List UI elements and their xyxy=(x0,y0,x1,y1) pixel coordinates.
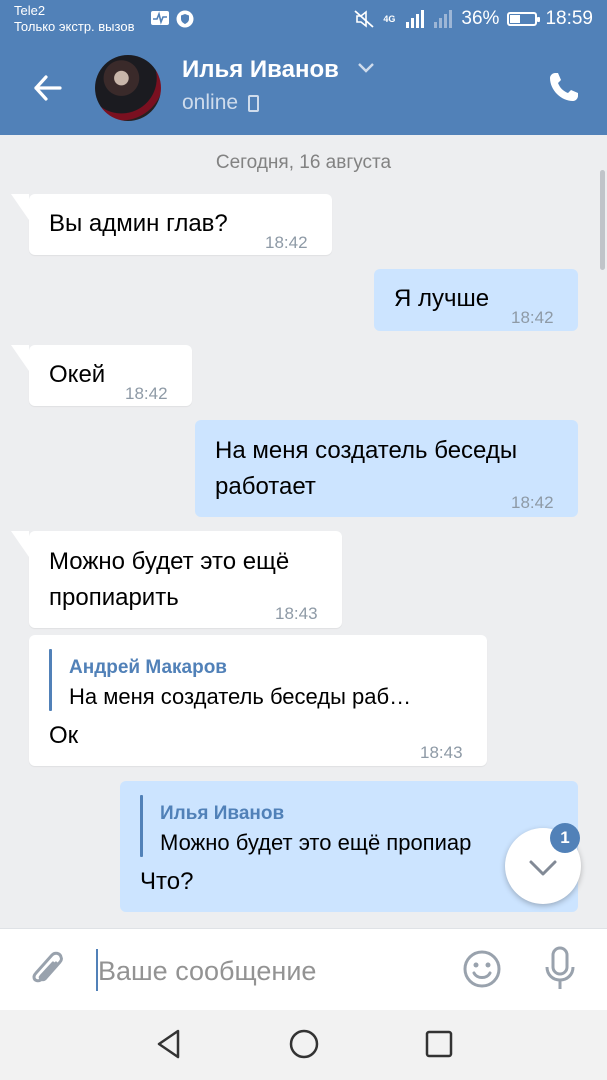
shield-icon xyxy=(176,10,194,28)
message-incoming[interactable]: Вы админ глав? 18:42 xyxy=(11,194,332,255)
carrier-note: Только экстр. вызов xyxy=(14,19,135,34)
message-incoming[interactable]: Можно будет это ещё пропиарить 18:43 xyxy=(11,531,342,628)
message-incoming-reply[interactable]: Андрей Макаров На меня создатель беседы … xyxy=(29,635,487,766)
message-input[interactable] xyxy=(98,951,438,991)
battery-percent: 36% xyxy=(461,8,500,29)
back-arrow-icon[interactable] xyxy=(30,70,66,106)
message-time: 18:42 xyxy=(511,308,554,327)
signal-2-icon xyxy=(434,10,453,28)
message-incoming[interactable]: Окей 18:42 xyxy=(11,345,192,406)
battery-icon xyxy=(507,12,541,26)
system-nav-bar xyxy=(0,1010,607,1080)
message-text: Вы админ глав? xyxy=(49,210,228,237)
message-time: 18:42 xyxy=(511,493,554,512)
mute-icon xyxy=(354,10,375,28)
nav-back-icon[interactable] xyxy=(154,1028,184,1060)
nav-recents-icon[interactable] xyxy=(424,1028,454,1060)
clock: 18:59 xyxy=(545,8,593,29)
carrier-name: Tele2 xyxy=(14,3,46,18)
date-separator: Сегодня, 16 августа xyxy=(215,152,392,173)
battery-fill xyxy=(510,15,520,23)
network-type: 4G xyxy=(383,13,396,24)
message-outgoing[interactable]: На меня создатель беседы работает 18:42 xyxy=(195,420,578,517)
status-bar: Tele2 Только экстр. вызов 4G 36% 18:59 xyxy=(0,0,607,40)
reply-text[interactable]: На меня создатель беседы раб… xyxy=(69,680,411,714)
signal-icon xyxy=(406,10,425,28)
reply-quote-bar xyxy=(140,795,143,857)
activity-icon xyxy=(151,11,169,25)
message-text-line-2: работает xyxy=(215,473,316,500)
carrier-info: Tele2 Только экстр. вызов xyxy=(14,3,134,35)
message-text-line-2: пропиарить xyxy=(49,584,179,611)
message-text: Окей xyxy=(49,361,106,388)
microphone-icon[interactable] xyxy=(540,945,580,993)
contact-name[interactable]: Илья Иванов xyxy=(182,56,339,84)
nav-home-icon[interactable] xyxy=(288,1028,320,1060)
bubble-tail xyxy=(11,531,29,557)
contact-status: online xyxy=(182,91,239,114)
message-text: Ок xyxy=(49,722,79,749)
chat-header: Илья Иванов online xyxy=(0,40,607,135)
bubble-tail xyxy=(11,345,29,371)
message-text: Я лучше xyxy=(394,285,490,312)
bubble-tail xyxy=(11,194,29,220)
message-text-line-1: Можно будет это ещё xyxy=(49,548,290,575)
message-time: 18:42 xyxy=(125,384,168,403)
message-text: Что? xyxy=(140,868,194,895)
message-time: 18:42 xyxy=(265,233,308,252)
unread-badge: 1 xyxy=(550,823,580,853)
status-right: 4G 36% 18:59 xyxy=(353,8,593,30)
avatar[interactable] xyxy=(95,55,161,121)
chevron-down-icon[interactable] xyxy=(357,62,375,74)
message-time: 18:43 xyxy=(275,604,318,623)
message-outgoing[interactable]: Я лучше 18:42 xyxy=(374,269,578,331)
paperclip-icon[interactable] xyxy=(28,949,68,993)
call-icon[interactable] xyxy=(547,70,581,104)
reply-text[interactable]: Можно будет это ещё пропиар xyxy=(160,826,471,860)
message-time: 18:43 xyxy=(420,743,463,762)
mobile-device-icon xyxy=(248,95,259,112)
reply-quote-bar xyxy=(49,649,52,711)
scrollbar[interactable] xyxy=(600,170,605,270)
message-text-line-1: На меня создатель беседы xyxy=(215,437,518,464)
message-composer xyxy=(0,928,607,1011)
emoji-icon[interactable] xyxy=(462,949,502,989)
